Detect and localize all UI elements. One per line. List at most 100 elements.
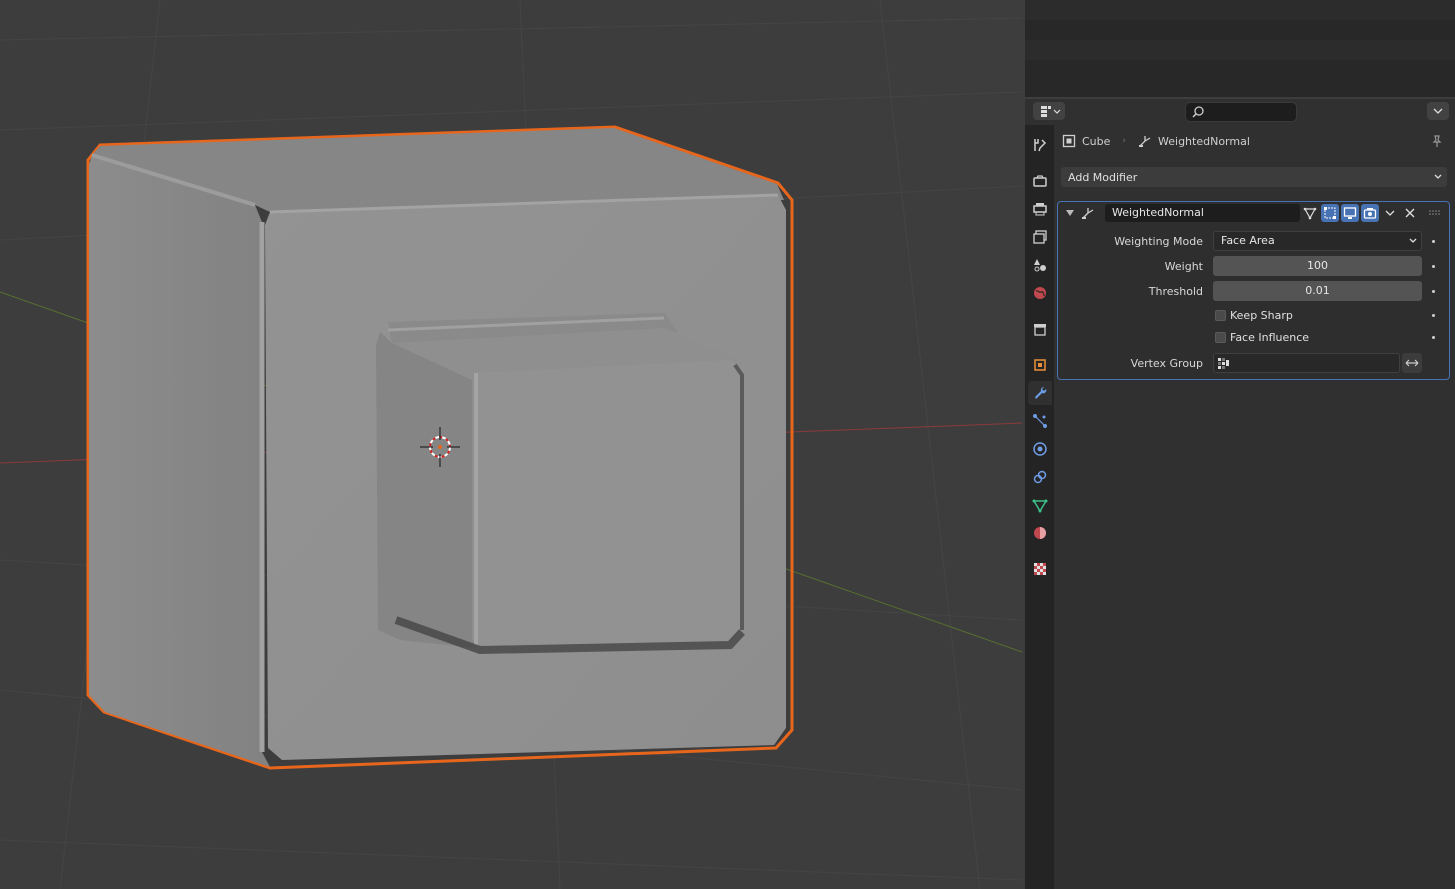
chevron-down-icon [1385,210,1395,216]
threshold-field[interactable]: 0.01 [1213,281,1422,301]
physics-icon [1033,442,1047,456]
tab-tool[interactable] [1028,133,1052,157]
mesh-data-icon [1032,499,1048,513]
editor-type-button[interactable] [1033,102,1065,120]
tab-world[interactable] [1028,281,1052,305]
chevron-down-icon [1409,238,1417,243]
tab-object[interactable] [1028,353,1052,377]
render-icon [1033,175,1047,187]
animate-property-dot[interactable] [1432,265,1435,268]
tab-output[interactable] [1028,197,1052,221]
breadcrumb-modifier: WeightedNormal [1158,134,1250,148]
chevron-down-icon [1433,108,1443,114]
tab-data[interactable] [1028,493,1052,517]
monitor-icon [1343,207,1357,219]
remove-modifier-button[interactable] [1401,204,1419,222]
weighted-normal-modifier-icon [1139,136,1151,147]
vertex-group-icon [1218,358,1229,369]
viewport-scene[interactable] [0,0,1022,889]
modifier-panel-header[interactable]: WeightedNormal [1058,202,1449,224]
vertex-group-field[interactable] [1213,353,1400,373]
keep-sharp-checkbox[interactable] [1215,310,1226,321]
tab-constraints[interactable] [1028,465,1052,489]
threshold-label: Threshold [1148,285,1203,298]
properties-content: Cube › WeightedNormal Add Modifier Weigh… [1054,125,1455,889]
add-modifier-dropdown[interactable]: Add Modifier [1061,167,1447,187]
chevron-down-icon [1434,174,1442,179]
breadcrumb: Cube › WeightedNormal [1062,131,1250,151]
options-dropdown-button[interactable] [1427,102,1449,120]
viewport-display-toggle[interactable] [1341,204,1359,222]
drag-handle-icon[interactable] [1429,210,1441,216]
invert-vertex-group-button[interactable] [1402,353,1422,373]
tab-scene[interactable] [1028,253,1052,277]
vertex-group-label: Vertex Group [1130,357,1203,370]
edit-cage-toggle[interactable] [1301,204,1319,222]
collection-icon [1034,324,1046,336]
wrench-icon [1035,386,1047,399]
weighting-mode-dropdown[interactable]: Face Area [1213,231,1422,251]
animate-property-dot[interactable] [1432,336,1435,339]
particles-icon [1033,414,1047,428]
tab-render[interactable] [1028,169,1052,193]
tab-material[interactable] [1028,521,1052,545]
tab-view-layer[interactable] [1028,225,1052,249]
view-layer-icon [1033,230,1047,244]
constraint-icon [1033,470,1047,484]
add-modifier-label: Add Modifier [1068,170,1138,184]
tab-modifiers[interactable] [1028,381,1052,405]
inner-block-side [376,332,476,648]
outliner-row[interactable] [1025,0,1455,20]
weighting-mode-value: Face Area [1221,234,1275,247]
pin-icon[interactable] [1430,134,1444,148]
world-icon [1034,287,1046,299]
animate-property-dot[interactable] [1432,240,1435,243]
outliner-row[interactable] [1025,40,1455,60]
weight-label: Weight [1164,260,1203,273]
swap-arrows-icon [1405,359,1419,367]
search-input[interactable] [1185,102,1297,122]
cube-left-face [89,155,270,767]
close-icon [1405,208,1415,218]
object-icon [1034,359,1046,371]
search-icon [1192,106,1204,118]
face-influence-checkbox[interactable] [1215,332,1226,343]
tab-physics[interactable] [1028,437,1052,461]
scene-icon [1034,259,1046,272]
3d-viewport[interactable] [0,0,1022,889]
object-icon [1062,134,1076,148]
properties-editor: Cube › WeightedNormal Add Modifier Weigh… [1025,99,1455,889]
outliner-row[interactable] [1025,60,1455,80]
edit-mode-icon [1324,207,1336,219]
tab-texture[interactable] [1028,557,1052,581]
breadcrumb-separator: › [1122,136,1127,146]
outliner-row[interactable] [1025,20,1455,40]
animate-property-dot[interactable] [1432,314,1435,317]
tab-collection[interactable] [1028,317,1052,341]
weight-field[interactable]: 100 [1213,256,1422,276]
keep-sharp-label[interactable]: Keep Sharp [1230,309,1293,322]
weighting-mode-label: Weighting Mode [1114,235,1203,248]
face-influence-label[interactable]: Face Influence [1230,331,1309,344]
weighted-normal-modifier-panel: WeightedNormal Weighting Mode Face Area … [1057,201,1450,380]
weighted-normal-modifier-icon [1082,208,1094,219]
tool-icon [1034,139,1047,152]
properties-tabs [1025,125,1054,889]
editor-type-icon [1041,106,1061,117]
render-toggle[interactable] [1361,204,1379,222]
output-icon [1033,203,1047,216]
collapse-triangle-icon[interactable] [1065,208,1075,218]
edit-mode-toggle[interactable] [1321,204,1339,222]
material-icon [1034,527,1046,539]
properties-header [1025,99,1455,123]
edit-cage-icon [1303,207,1317,220]
breadcrumb-object: Cube [1082,134,1111,148]
animate-property-dot[interactable] [1432,290,1435,293]
inner-block-front [476,360,742,650]
tab-particles[interactable] [1028,409,1052,433]
modifier-name-field[interactable]: WeightedNormal [1105,204,1300,222]
outliner-area[interactable] [1025,0,1455,97]
camera-icon [1363,208,1377,219]
texture-icon [1034,563,1046,575]
modifier-menu-dropdown[interactable] [1381,204,1399,222]
